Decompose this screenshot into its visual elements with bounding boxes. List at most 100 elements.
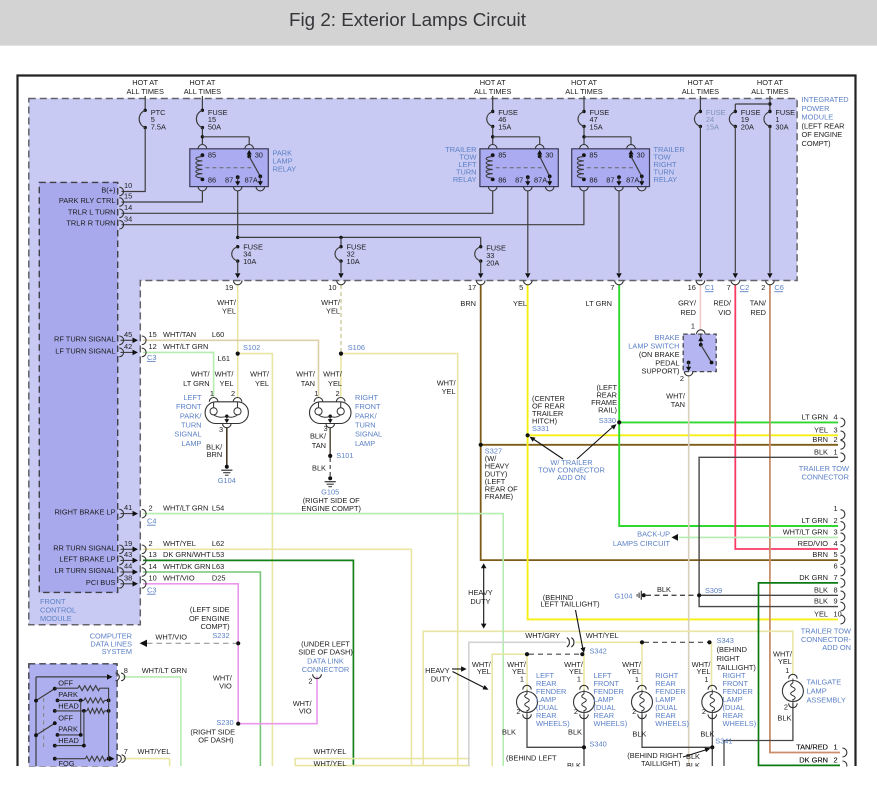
svg-text:TURN: TURN: [181, 421, 202, 430]
svg-text:LEFT TAILLIGHT): LEFT TAILLIGHT): [540, 600, 599, 609]
svg-text:FRONT: FRONT: [176, 402, 202, 411]
svg-text:ALL TIMES: ALL TIMES: [565, 87, 602, 96]
svg-text:WHT/YEL: WHT/YEL: [586, 631, 619, 640]
svg-text:9: 9: [834, 597, 838, 606]
svg-text:G104: G104: [614, 591, 632, 600]
svg-text:45: 45: [124, 330, 132, 339]
svg-text:WHT/LT GRN: WHT/LT GRN: [783, 527, 828, 536]
svg-text:1: 1: [577, 674, 581, 683]
svg-text:ALL TIMES: ALL TIMES: [127, 87, 164, 96]
svg-text:2: 2: [834, 516, 838, 525]
svg-text:12: 12: [149, 342, 157, 351]
svg-text:TRAILER TOW: TRAILER TOW: [799, 464, 849, 473]
svg-text:DUTY: DUTY: [431, 674, 451, 683]
svg-text:RED: RED: [680, 308, 696, 317]
svg-text:3: 3: [219, 425, 223, 434]
svg-text:ADD ON: ADD ON: [822, 643, 851, 652]
svg-text:ALL TIMES: ALL TIMES: [474, 87, 511, 96]
svg-text:LAMPS CIRCUIT: LAMPS CIRCUIT: [613, 539, 671, 548]
svg-text:SYSTEM: SYSTEM: [102, 647, 132, 656]
svg-text:SUPPORT): SUPPORT): [641, 367, 679, 376]
svg-text:43: 43: [124, 550, 132, 559]
svg-text:1: 1: [635, 675, 639, 684]
svg-text:85: 85: [589, 151, 597, 160]
svg-text:8: 8: [834, 585, 838, 594]
svg-text:DK GRN/WHT: DK GRN/WHT: [163, 550, 211, 559]
svg-text:2: 2: [308, 677, 312, 686]
svg-text:20A: 20A: [486, 258, 499, 267]
svg-text:OF ENGINE: OF ENGINE: [802, 130, 843, 139]
svg-text:WHEELS): WHEELS): [723, 719, 757, 728]
svg-text:S330: S330: [599, 416, 616, 425]
svg-text:G104: G104: [218, 476, 236, 485]
svg-text:SIGNAL: SIGNAL: [174, 430, 201, 439]
svg-text:PARK/: PARK/: [355, 411, 378, 420]
svg-text:YEL: YEL: [442, 387, 456, 396]
svg-text:5: 5: [834, 550, 838, 559]
svg-text:GRY/: GRY/: [678, 298, 697, 307]
svg-text:INTEGRATED: INTEGRATED: [802, 95, 849, 104]
svg-text:BACK-UP: BACK-UP: [637, 529, 670, 538]
svg-text:2: 2: [834, 755, 838, 764]
svg-text:BRN: BRN: [812, 435, 828, 444]
svg-text:C2: C2: [740, 283, 749, 292]
svg-text:1: 1: [210, 389, 214, 398]
svg-text:LAMP: LAMP: [181, 439, 201, 448]
svg-text:TAN/: TAN/: [750, 298, 767, 307]
svg-text:RF TURN SIGNAL: RF TURN SIGNAL: [54, 334, 115, 343]
svg-text:L63: L63: [212, 562, 224, 571]
svg-text:HOT AT: HOT AT: [687, 78, 713, 87]
svg-text:DK GRN: DK GRN: [799, 755, 828, 764]
svg-text:TRLR R TURN: TRLR R TURN: [66, 219, 115, 228]
svg-text:PARK/: PARK/: [180, 411, 203, 420]
svg-text:17: 17: [468, 283, 476, 292]
svg-text:C6: C6: [774, 283, 783, 292]
svg-text:85: 85: [498, 151, 506, 160]
svg-text:RELAY: RELAY: [273, 164, 297, 173]
svg-text:1: 1: [834, 504, 838, 513]
svg-text:TAN: TAN: [312, 441, 326, 450]
svg-text:19: 19: [124, 539, 132, 548]
svg-text:30A: 30A: [775, 123, 788, 132]
svg-text:D25: D25: [212, 574, 226, 583]
svg-text:MODULE: MODULE: [40, 614, 72, 623]
svg-text:COMPT): COMPT): [200, 622, 229, 631]
svg-text:10: 10: [149, 574, 157, 583]
svg-text:TRLR L TURN: TRLR L TURN: [68, 207, 116, 216]
svg-text:VIO: VIO: [299, 707, 312, 716]
svg-text:RED/: RED/: [713, 298, 732, 307]
svg-text:HOT AT: HOT AT: [571, 78, 597, 87]
svg-text:DK GRN: DK GRN: [799, 573, 828, 582]
svg-text:2: 2: [632, 707, 636, 716]
svg-text:WHEELS): WHEELS): [655, 719, 689, 728]
svg-text:(BEHIND: (BEHIND: [717, 645, 747, 654]
svg-text:BLK: BLK: [700, 730, 714, 739]
svg-text:BRN: BRN: [812, 550, 828, 559]
svg-text:14: 14: [149, 562, 157, 571]
svg-text:LAMP: LAMP: [807, 687, 827, 696]
svg-text:WHT/YEL: WHT/YEL: [163, 539, 196, 548]
svg-text:BLK/: BLK/: [310, 432, 327, 441]
svg-text:7: 7: [124, 747, 128, 756]
svg-text:19: 19: [225, 283, 233, 292]
svg-text:2: 2: [149, 539, 153, 548]
svg-text:S340: S340: [590, 739, 607, 748]
svg-text:87: 87: [515, 175, 523, 184]
svg-text:VIO: VIO: [718, 308, 731, 317]
svg-text:42: 42: [124, 342, 132, 351]
svg-text:S342: S342: [590, 647, 607, 656]
svg-text:LR TURN SIGNAL: LR TURN SIGNAL: [54, 566, 115, 575]
svg-text:1: 1: [704, 675, 708, 684]
svg-text:LT GRN: LT GRN: [586, 299, 612, 308]
svg-text:ASSEMBLY: ASSEMBLY: [807, 696, 846, 705]
svg-text:S102: S102: [243, 343, 260, 352]
svg-text:YEL: YEL: [778, 657, 792, 666]
svg-text:2: 2: [834, 435, 838, 444]
svg-text:2: 2: [335, 389, 339, 398]
svg-text:PCI BUS: PCI BUS: [86, 578, 116, 587]
svg-text:7: 7: [610, 283, 614, 292]
svg-text:TAN: TAN: [671, 400, 685, 409]
svg-text:1: 1: [691, 322, 695, 331]
svg-text:SIDE OF DASH): SIDE OF DASH): [298, 647, 353, 656]
svg-text:LEFT BRAKE LP: LEFT BRAKE LP: [59, 554, 115, 563]
